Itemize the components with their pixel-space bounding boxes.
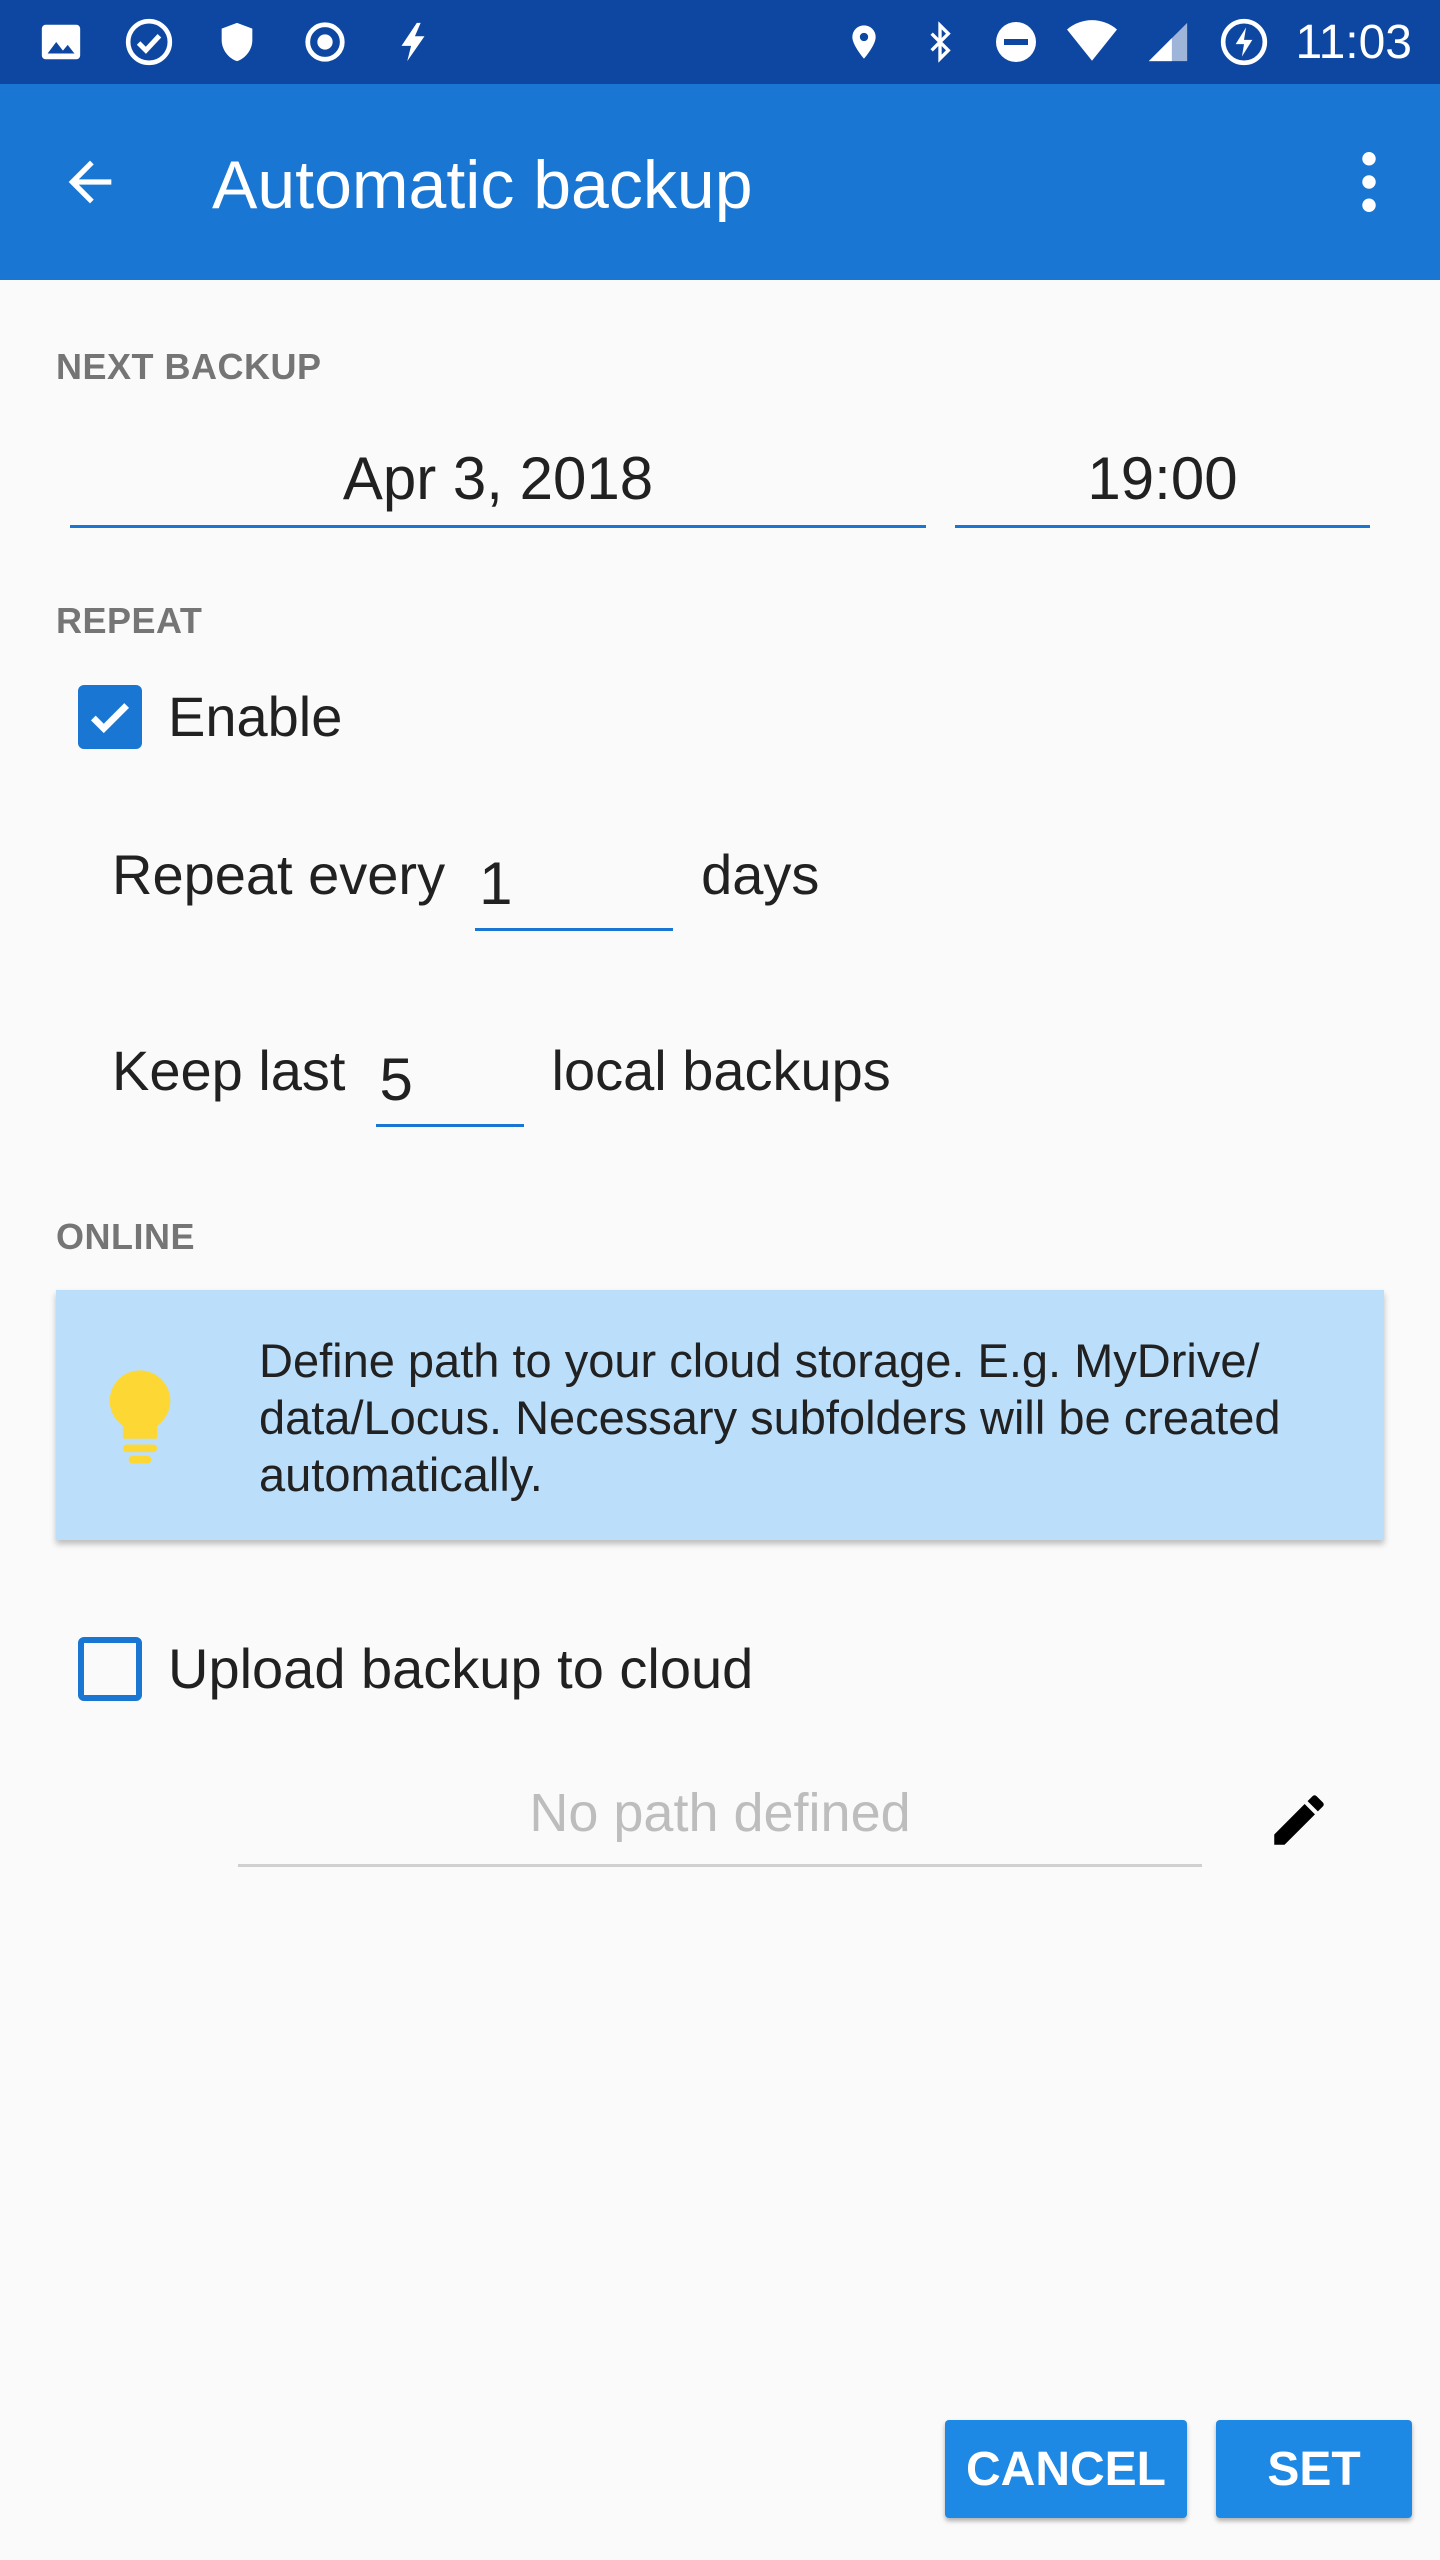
enable-row[interactable]: Enable xyxy=(78,684,342,749)
info-box: Define path to your cloud storage. E.g. … xyxy=(56,1290,1384,1540)
enable-label: Enable xyxy=(168,685,343,748)
clock-time: 11:03 xyxy=(1295,15,1412,69)
enable-checkbox[interactable] xyxy=(78,684,142,749)
repeat-every-row: Repeat every 1 days xyxy=(112,842,819,931)
lightning-icon xyxy=(388,17,438,67)
status-bar: 11:03 xyxy=(0,0,1440,84)
upload-label: Upload backup to cloud xyxy=(168,1637,754,1700)
info-text: Define path to your cloud storage. E.g. … xyxy=(259,1334,1281,1501)
repeat-every-label: Repeat every xyxy=(112,843,446,906)
app-bar: Automatic backup xyxy=(0,84,1440,280)
shield-icon xyxy=(212,17,262,67)
repeat-every-input[interactable]: 1 xyxy=(475,849,674,931)
upload-checkbox[interactable] xyxy=(78,1636,142,1701)
keep-last-unit: local backups xyxy=(551,1039,891,1102)
wifi-icon xyxy=(1067,17,1118,67)
page-title: Automatic backup xyxy=(212,147,753,223)
location-icon xyxy=(839,17,889,67)
bluetooth-icon xyxy=(915,17,965,67)
check-icon xyxy=(90,702,130,733)
online-header: ONLINE xyxy=(56,1216,196,1257)
next-backup-header: NEXT BACKUP xyxy=(56,346,322,387)
keep-last-row: Keep last 5 local backups xyxy=(112,1038,891,1127)
date-field[interactable]: Apr 3, 2018 xyxy=(70,444,926,528)
signal-icon xyxy=(1143,17,1193,67)
arrow-back-icon[interactable] xyxy=(50,142,130,222)
battery-charging-icon xyxy=(1219,17,1269,67)
keep-last-input[interactable]: 5 xyxy=(375,1045,524,1127)
cloud-path-field[interactable]: No path defined xyxy=(238,1782,1202,1867)
target-icon xyxy=(300,17,350,67)
do-not-disturb-icon xyxy=(991,17,1041,67)
set-button[interactable]: SET xyxy=(1216,2420,1412,2518)
repeat-every-unit: days xyxy=(701,843,820,906)
keep-last-label: Keep last xyxy=(112,1039,346,1102)
cancel-button[interactable]: CANCEL xyxy=(945,2420,1187,2518)
pencil-icon[interactable] xyxy=(1262,1780,1336,1860)
more-vert-icon[interactable] xyxy=(1334,142,1404,222)
repeat-header: REPEAT xyxy=(56,600,203,641)
lightbulb-icon xyxy=(102,1366,192,1476)
image-icon xyxy=(36,17,86,67)
check-circle-icon xyxy=(124,17,174,67)
time-field[interactable]: 19:00 xyxy=(955,444,1370,528)
upload-row[interactable]: Upload backup to cloud xyxy=(78,1636,753,1701)
